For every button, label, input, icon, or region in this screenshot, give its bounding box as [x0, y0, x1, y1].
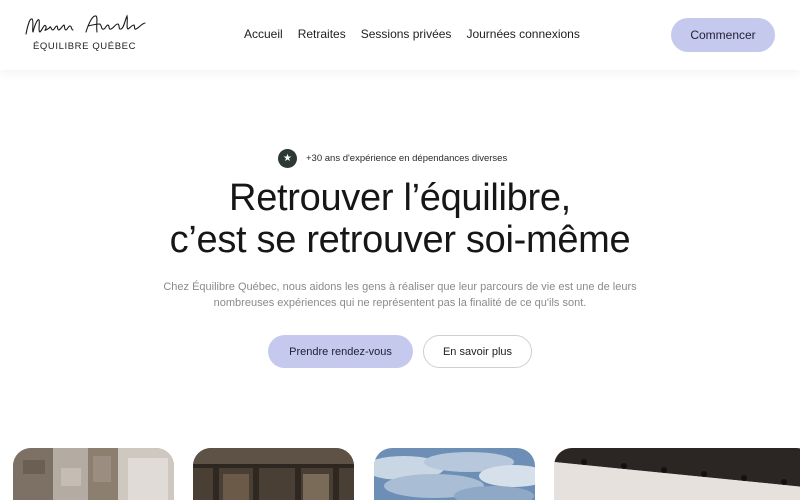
- gallery-card-wooden-cabin[interactable]: [193, 448, 354, 500]
- nav-item-journees-connexions[interactable]: Journées connexions: [466, 27, 579, 41]
- main-nav: Accueil Retraites Sessions privées Journ…: [244, 27, 580, 41]
- gallery-card-sky[interactable]: [374, 448, 535, 500]
- logo-signature-mark: [25, 14, 146, 35]
- gallery-card-stone-wall[interactable]: [13, 448, 174, 500]
- site-header: ÉQUILIBRE QUÉBEC Accueil Retraites Sessi…: [0, 0, 800, 70]
- interior-ceiling-lights-photo: [554, 448, 800, 500]
- star-icon: ★: [278, 149, 297, 168]
- logo[interactable]: ÉQUILIBRE QUÉBEC: [22, 10, 148, 56]
- stone-wall-photo: [13, 448, 174, 500]
- prendre-rendez-vous-button[interactable]: Prendre rendez-vous: [268, 335, 413, 368]
- gallery-card-interior[interactable]: [554, 448, 800, 500]
- commencer-button[interactable]: Commencer: [671, 18, 775, 52]
- nav-item-sessions-privees[interactable]: Sessions privées: [361, 27, 452, 41]
- hero-title-line-2: c’est se retrouver soi-même: [169, 219, 631, 261]
- hero-title: Retrouver l’équilibre, c’est se retrouve…: [0, 177, 800, 261]
- sky-clouds-photo: [374, 448, 535, 500]
- hero-title-line-1: Retrouver l’équilibre,: [229, 177, 571, 219]
- nav-item-retraites[interactable]: Retraites: [298, 27, 346, 41]
- logo-subtitle: ÉQUILIBRE QUÉBEC: [33, 41, 137, 52]
- experience-badge: ★ +30 ans d'expérience en dépendances di…: [278, 149, 507, 168]
- page: ÉQUILIBRE QUÉBEC Accueil Retraites Sessi…: [0, 0, 800, 500]
- wooden-cabin-photo: [193, 448, 354, 500]
- hero-description: Chez Équilibre Québec, nous aidons les g…: [163, 281, 637, 309]
- badge-text: +30 ans d'expérience en dépendances dive…: [306, 153, 508, 164]
- nav-item-accueil[interactable]: Accueil: [244, 27, 283, 41]
- en-savoir-plus-button[interactable]: En savoir plus: [423, 335, 532, 368]
